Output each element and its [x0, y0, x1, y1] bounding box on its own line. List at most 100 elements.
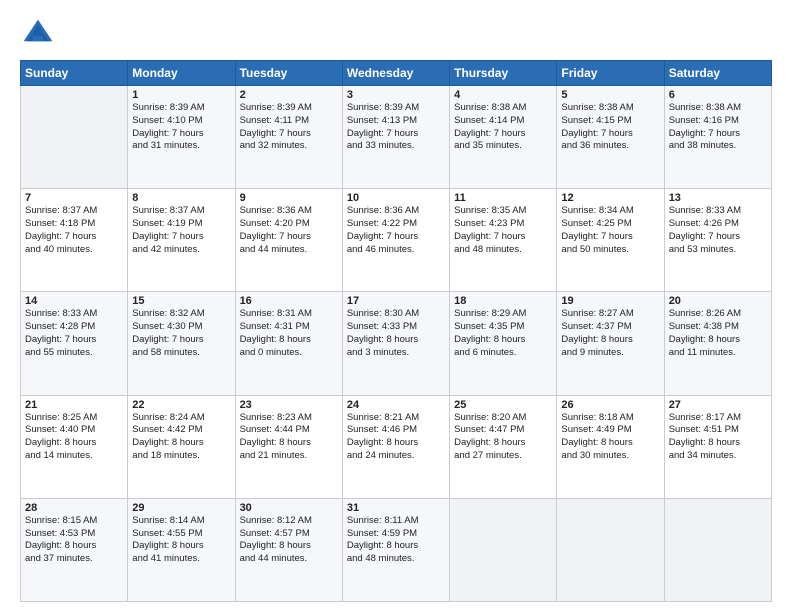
sunset-line: Sunset: 4:47 PM	[454, 424, 552, 437]
sunset-line: Sunset: 4:57 PM	[240, 528, 338, 541]
sunset-line: Sunset: 4:46 PM	[347, 424, 445, 437]
sunset-line: Sunset: 4:15 PM	[561, 115, 659, 128]
sunset-line: Sunset: 4:18 PM	[25, 218, 123, 231]
daylight-line2: and 32 minutes.	[240, 140, 338, 153]
day-number: 23	[240, 399, 338, 411]
day-number: 10	[347, 192, 445, 204]
sunrise-line: Sunrise: 8:18 AM	[561, 412, 659, 425]
daylight-line2: and 37 minutes.	[25, 553, 123, 566]
daylight-line1: Daylight: 7 hours	[454, 128, 552, 141]
daylight-line1: Daylight: 8 hours	[347, 437, 445, 450]
sunset-line: Sunset: 4:11 PM	[240, 115, 338, 128]
daylight-line1: Daylight: 7 hours	[347, 128, 445, 141]
daylight-line2: and 53 minutes.	[669, 244, 767, 257]
sunrise-line: Sunrise: 8:39 AM	[132, 102, 230, 115]
sunset-line: Sunset: 4:33 PM	[347, 321, 445, 334]
daylight-line2: and 24 minutes.	[347, 450, 445, 463]
sunset-line: Sunset: 4:20 PM	[240, 218, 338, 231]
sunset-line: Sunset: 4:31 PM	[240, 321, 338, 334]
calendar-cell: 9Sunrise: 8:36 AMSunset: 4:20 PMDaylight…	[235, 189, 342, 292]
calendar-week-row: 28Sunrise: 8:15 AMSunset: 4:53 PMDayligh…	[21, 498, 772, 601]
day-number: 4	[454, 89, 552, 101]
calendar-table: SundayMondayTuesdayWednesdayThursdayFrid…	[20, 60, 772, 602]
daylight-line2: and 48 minutes.	[454, 244, 552, 257]
daylight-line1: Daylight: 7 hours	[454, 231, 552, 244]
sunset-line: Sunset: 4:28 PM	[25, 321, 123, 334]
daylight-line2: and 34 minutes.	[669, 450, 767, 463]
day-number: 30	[240, 502, 338, 514]
sunrise-line: Sunrise: 8:35 AM	[454, 205, 552, 218]
sunset-line: Sunset: 4:59 PM	[347, 528, 445, 541]
calendar-cell: 20Sunrise: 8:26 AMSunset: 4:38 PMDayligh…	[664, 292, 771, 395]
sunrise-line: Sunrise: 8:26 AM	[669, 308, 767, 321]
sunrise-line: Sunrise: 8:31 AM	[240, 308, 338, 321]
day-number: 22	[132, 399, 230, 411]
day-number: 15	[132, 295, 230, 307]
calendar-cell: 22Sunrise: 8:24 AMSunset: 4:42 PMDayligh…	[128, 395, 235, 498]
daylight-line2: and 44 minutes.	[240, 553, 338, 566]
day-number: 5	[561, 89, 659, 101]
calendar-cell: 23Sunrise: 8:23 AMSunset: 4:44 PMDayligh…	[235, 395, 342, 498]
sunrise-line: Sunrise: 8:20 AM	[454, 412, 552, 425]
calendar-cell: 29Sunrise: 8:14 AMSunset: 4:55 PMDayligh…	[128, 498, 235, 601]
daylight-line2: and 33 minutes.	[347, 140, 445, 153]
sunrise-line: Sunrise: 8:25 AM	[25, 412, 123, 425]
sunset-line: Sunset: 4:30 PM	[132, 321, 230, 334]
calendar-cell: 14Sunrise: 8:33 AMSunset: 4:28 PMDayligh…	[21, 292, 128, 395]
daylight-line1: Daylight: 8 hours	[561, 437, 659, 450]
sunset-line: Sunset: 4:44 PM	[240, 424, 338, 437]
calendar-cell: 27Sunrise: 8:17 AMSunset: 4:51 PMDayligh…	[664, 395, 771, 498]
sunrise-line: Sunrise: 8:37 AM	[132, 205, 230, 218]
sunrise-line: Sunrise: 8:30 AM	[347, 308, 445, 321]
daylight-line2: and 36 minutes.	[561, 140, 659, 153]
daylight-line2: and 30 minutes.	[561, 450, 659, 463]
daylight-line1: Daylight: 7 hours	[25, 334, 123, 347]
calendar-cell: 25Sunrise: 8:20 AMSunset: 4:47 PMDayligh…	[450, 395, 557, 498]
daylight-line1: Daylight: 7 hours	[240, 128, 338, 141]
calendar-cell: 21Sunrise: 8:25 AMSunset: 4:40 PMDayligh…	[21, 395, 128, 498]
daylight-line1: Daylight: 7 hours	[561, 128, 659, 141]
sunrise-line: Sunrise: 8:11 AM	[347, 515, 445, 528]
sunrise-line: Sunrise: 8:29 AM	[454, 308, 552, 321]
daylight-line1: Daylight: 8 hours	[347, 540, 445, 553]
calendar-day-header: Thursday	[450, 61, 557, 86]
daylight-line2: and 14 minutes.	[25, 450, 123, 463]
sunset-line: Sunset: 4:16 PM	[669, 115, 767, 128]
sunrise-line: Sunrise: 8:38 AM	[561, 102, 659, 115]
daylight-line2: and 50 minutes.	[561, 244, 659, 257]
sunset-line: Sunset: 4:23 PM	[454, 218, 552, 231]
calendar-cell: 18Sunrise: 8:29 AMSunset: 4:35 PMDayligh…	[450, 292, 557, 395]
day-number: 31	[347, 502, 445, 514]
calendar-cell: 31Sunrise: 8:11 AMSunset: 4:59 PMDayligh…	[342, 498, 449, 601]
sunrise-line: Sunrise: 8:23 AM	[240, 412, 338, 425]
sunrise-line: Sunrise: 8:39 AM	[240, 102, 338, 115]
logo-icon	[20, 16, 56, 52]
calendar-week-row: 14Sunrise: 8:33 AMSunset: 4:28 PMDayligh…	[21, 292, 772, 395]
daylight-line2: and 44 minutes.	[240, 244, 338, 257]
daylight-line1: Daylight: 8 hours	[561, 334, 659, 347]
sunrise-line: Sunrise: 8:34 AM	[561, 205, 659, 218]
sunset-line: Sunset: 4:49 PM	[561, 424, 659, 437]
daylight-line2: and 38 minutes.	[669, 140, 767, 153]
calendar-week-row: 1Sunrise: 8:39 AMSunset: 4:10 PMDaylight…	[21, 86, 772, 189]
daylight-line1: Daylight: 7 hours	[240, 231, 338, 244]
daylight-line1: Daylight: 8 hours	[240, 540, 338, 553]
day-number: 19	[561, 295, 659, 307]
calendar-cell: 15Sunrise: 8:32 AMSunset: 4:30 PMDayligh…	[128, 292, 235, 395]
sunset-line: Sunset: 4:37 PM	[561, 321, 659, 334]
day-number: 21	[25, 399, 123, 411]
day-number: 28	[25, 502, 123, 514]
daylight-line1: Daylight: 8 hours	[132, 437, 230, 450]
sunrise-line: Sunrise: 8:24 AM	[132, 412, 230, 425]
calendar-day-header: Monday	[128, 61, 235, 86]
day-number: 20	[669, 295, 767, 307]
daylight-line2: and 27 minutes.	[454, 450, 552, 463]
sunrise-line: Sunrise: 8:36 AM	[347, 205, 445, 218]
sunset-line: Sunset: 4:38 PM	[669, 321, 767, 334]
calendar-cell: 30Sunrise: 8:12 AMSunset: 4:57 PMDayligh…	[235, 498, 342, 601]
daylight-line1: Daylight: 8 hours	[669, 334, 767, 347]
day-number: 12	[561, 192, 659, 204]
daylight-line2: and 46 minutes.	[347, 244, 445, 257]
calendar-day-header: Wednesday	[342, 61, 449, 86]
daylight-line2: and 40 minutes.	[25, 244, 123, 257]
